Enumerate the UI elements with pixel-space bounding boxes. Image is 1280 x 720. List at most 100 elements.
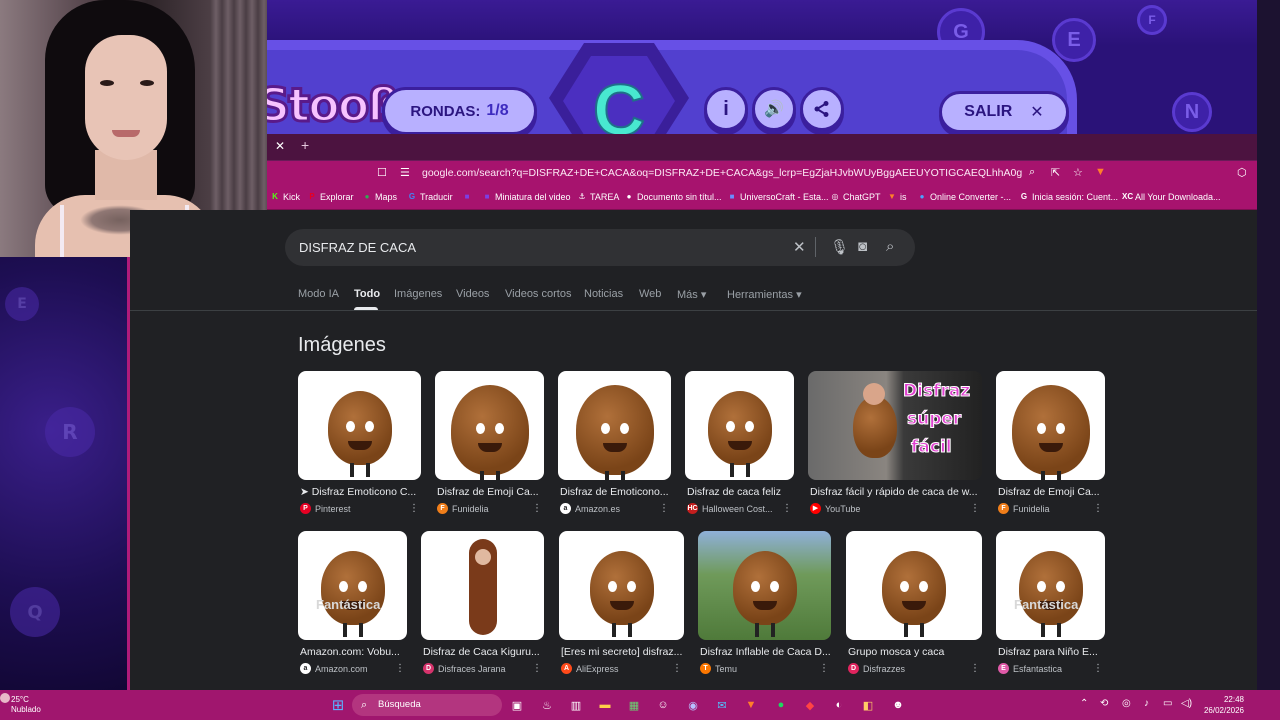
bookmark-item[interactable]: ● Maps [362,192,397,202]
discord-icon[interactable]: ◉ [683,695,703,715]
windows-start-icon[interactable]: ⊞ [328,695,348,715]
image-result-card[interactable]: Disfraz Inflable de Caca D... T Temu ⋮ [698,531,831,686]
search-tab[interactable]: Imágenes [394,288,442,300]
image-result-source[interactable]: ▶ YouTube [810,503,860,514]
more-options-icon[interactable]: ⋮ [1093,503,1103,514]
image-result-title[interactable]: Disfraz de Emoji Ca... [998,486,1107,498]
close-tab-icon[interactable]: ✕ [275,139,289,155]
site-info-icon[interactable]: ☰ [400,166,410,179]
minecraft-icon[interactable]: ▦ [624,695,644,715]
lens-icon[interactable]: ◙ [858,238,867,255]
clear-icon[interactable]: ✕ [793,238,806,256]
bookmark-item[interactable]: XC All Your Downloada... [1122,192,1221,202]
tray-display-icon[interactable]: ▭ [1163,698,1172,709]
bookmark-item[interactable]: P Explorar [307,192,353,202]
app-icon[interactable]: ☻ [888,695,908,715]
search-tab[interactable]: Todo [354,288,380,300]
task-view-icon[interactable]: ▣ [507,695,527,715]
share-page-icon[interactable]: ⇱ [1051,166,1060,179]
bookmark-item[interactable]: ■ UniversoCraft - Esta... [727,192,829,202]
search-tab[interactable]: Noticias [584,288,623,300]
zoom-icon[interactable]: ⌕ [1029,166,1035,179]
search-tab[interactable]: Videos [456,288,489,300]
image-result-source[interactable]: P Pinterest [300,503,351,514]
obs-icon[interactable]: ◐ [829,695,849,715]
search-query[interactable]: DISFRAZ DE CACA [299,240,416,255]
tray-app-icon[interactable]: ◎ [1122,698,1131,709]
search-tab[interactable]: Modo IA [298,288,339,300]
more-options-icon[interactable]: ⋮ [659,503,669,514]
image-result-source[interactable]: a Amazon.com [300,663,368,674]
people-icon[interactable]: ☺ [653,695,673,715]
bookmark-item[interactable]: ■ Miniatura del video [482,192,571,202]
weather-widget[interactable]: 25°C Nublado [11,695,41,715]
new-tab-button[interactable]: + [301,137,309,153]
extensions-icon[interactable]: ⬡ [1237,166,1247,179]
image-result-source[interactable]: E Esfantastica [998,663,1062,674]
image-result-source[interactable]: a Amazon.es [560,503,620,514]
outlook-icon[interactable]: ✉ [712,695,732,715]
bookmark-item[interactable]: G Traducir [407,192,453,202]
exit-button[interactable]: SALIR ✕ [939,91,1069,133]
image-result-card[interactable]: ➤ Disfraz Emoticono C... P Pinterest ⋮ [298,371,421,526]
image-result-title[interactable]: Disfraz de Caca Kiguru... [423,646,546,658]
image-thumbnail[interactable]: Fantástica [996,531,1105,640]
search-tab[interactable]: Herramientas ▾ [727,288,802,301]
image-thumbnail[interactable] [421,531,544,640]
microphone-icon[interactable]: 🎙 [830,238,849,256]
image-result-title[interactable]: ➤ Disfraz Emoticono C... [300,486,423,498]
bookmark-item[interactable]: K Kick [270,192,300,202]
bookmark-item[interactable]: ⚓ TAREA [577,192,619,202]
image-result-card[interactable]: Disfraz de Emoji Ca... F Funidelia ⋮ [435,371,544,526]
image-result-title[interactable]: Grupo mosca y caca [848,646,984,658]
image-result-source[interactable]: A AliExpress [561,663,619,674]
image-thumbnail[interactable] [846,531,982,640]
search-tab[interactable]: Más ▾ [677,288,706,301]
bookmark-item[interactable]: ■ [462,192,475,202]
image-result-card[interactable]: Disfraz de Caca Kiguru... D Disfraces Jara… [421,531,544,686]
bookmark-item[interactable]: ● Documento sin títul... [624,192,722,202]
brave-shield-icon[interactable]: ▼ [1095,166,1106,178]
volume-icon[interactable]: ◁) [1181,698,1192,709]
image-thumbnail[interactable] [685,371,794,480]
image-thumbnail[interactable] [698,531,831,640]
image-result-card[interactable]: [Eres mi secreto] disfraz... A AliExpress ⋮ [559,531,684,686]
store-icon[interactable]: ▥ [566,695,586,715]
image-thumbnail[interactable] [435,371,544,480]
image-result-card[interactable]: Grupo mosca y caca D Disfrazzes ⋮ [846,531,982,686]
spotify-icon[interactable]: ● [771,695,791,715]
bookmark-page-icon[interactable]: ☆ [1073,166,1083,179]
image-result-source[interactable]: HC Halloween Cost... [687,503,773,514]
search-icon[interactable]: ⌕ [886,238,894,255]
clock[interactable]: 22:48 26/02/2026 [1198,694,1244,716]
more-options-icon[interactable]: ⋮ [409,503,419,514]
app-icon[interactable]: ◧ [858,695,878,715]
image-result-title[interactable]: Disfraz fácil y rápido de caca de w... [810,486,984,498]
bookmark-item[interactable]: G Inicia sesión: Cuent... [1019,192,1118,202]
image-result-source[interactable]: F Funidelia [998,503,1050,514]
image-result-card[interactable]: Disfraz de Emoticono... a Amazon.es ⋮ [558,371,671,526]
image-thumbnail[interactable]: Fantástica [298,531,407,640]
tray-mic-icon[interactable]: ♪ [1144,698,1149,709]
search-tab[interactable]: Web [639,288,661,300]
more-options-icon[interactable]: ⋮ [532,663,542,674]
more-options-icon[interactable]: ⋮ [970,503,980,514]
more-options-icon[interactable]: ⋮ [532,503,542,514]
image-result-title[interactable]: Amazon.com: Vobu... [300,646,409,658]
image-result-card[interactable]: Disfraz de caca feliz HC Halloween Cost...… [685,371,794,526]
image-thumbnail[interactable] [558,371,671,480]
more-options-icon[interactable]: ⋮ [1093,663,1103,674]
url-field[interactable]: google.com/search?q=DISFRAZ+DE+CACA&oq=D… [422,167,1022,179]
image-thumbnail[interactable] [559,531,684,640]
image-thumbnail[interactable]: Disfraz súper fácil [808,371,982,480]
image-result-source[interactable]: D Disfrazzes [848,663,905,674]
image-result-source[interactable]: F Funidelia [437,503,489,514]
image-result-card[interactable]: Disfraz súper fácil Disfraz fácil y rápido … [808,371,982,526]
image-result-source[interactable]: D Disfraces Jarana [423,663,506,674]
bookmark-item[interactable]: ● Online Converter -... [917,192,1011,202]
steam-icon[interactable]: ♨ [537,695,557,715]
image-thumbnail[interactable] [996,371,1105,480]
record-app-icon[interactable]: ◆ [800,695,820,715]
image-result-title[interactable]: Disfraz de Emoji Ca... [437,486,546,498]
taskbar-search[interactable]: ⌕ Búsqueda [352,694,502,716]
